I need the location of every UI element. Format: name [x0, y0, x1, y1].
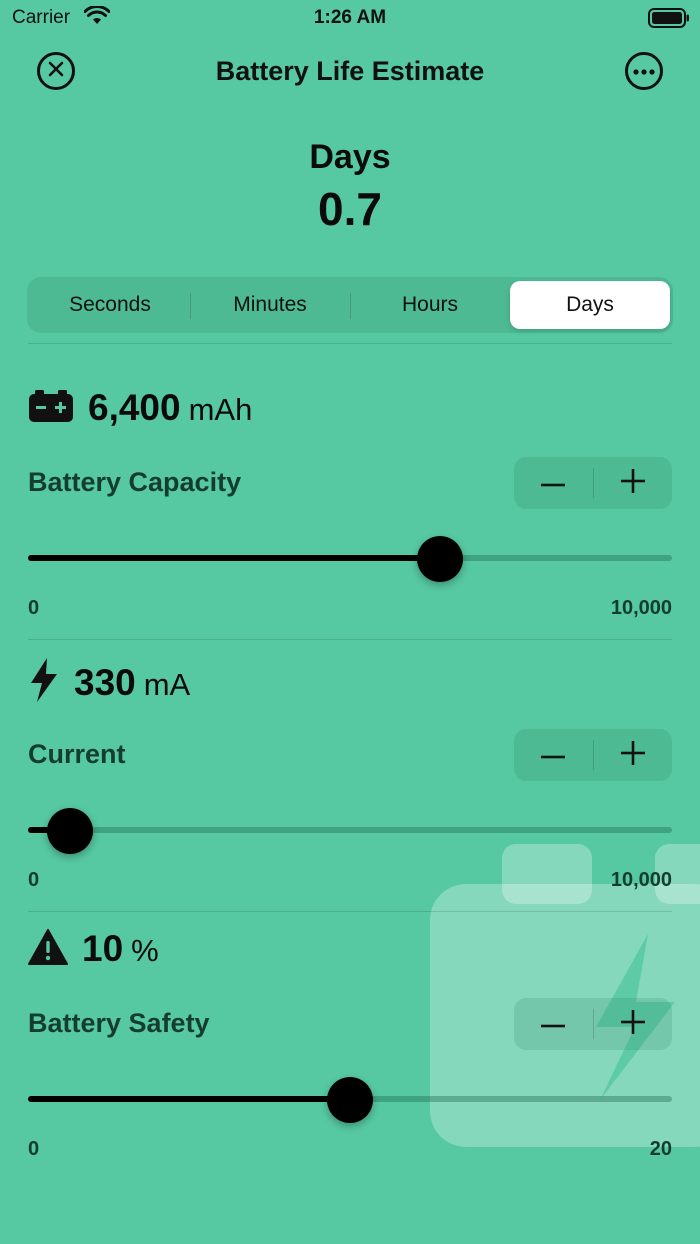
- bolt-icon: [28, 657, 60, 708]
- safety-label: Battery Safety: [28, 1008, 210, 1038]
- safety-value-row: 10%: [28, 928, 159, 970]
- slider-track: [28, 827, 672, 833]
- current-stepper: [514, 729, 672, 781]
- safety-unit: %: [131, 933, 159, 968]
- capacity-max-label: 10,000: [610, 597, 672, 619]
- divider: [28, 343, 672, 344]
- capacity-value-row: 6,400 mAh: [28, 387, 252, 429]
- divider: [28, 911, 672, 912]
- safety-stepper: [514, 998, 672, 1050]
- battery-status-icon: [648, 8, 690, 33]
- capacity-stepper: [514, 457, 672, 509]
- plus-icon: [620, 468, 645, 498]
- minus-icon: [541, 1015, 566, 1033]
- current-decrement-button[interactable]: [514, 729, 593, 781]
- segment-seconds[interactable]: Seconds: [30, 281, 190, 329]
- slider-thumb[interactable]: [417, 536, 464, 582]
- plus-icon: [620, 1009, 645, 1039]
- status-bar: Carrier 1:26 AM: [0, 0, 700, 36]
- time-unit-segmented-control: Seconds Minutes Hours Days: [27, 277, 673, 333]
- ellipsis-icon: [633, 62, 655, 80]
- result-value: 0.7: [318, 183, 382, 235]
- minus-icon: [541, 474, 566, 492]
- slider-thumb[interactable]: [327, 1077, 373, 1123]
- capacity-min-label: 0: [28, 597, 40, 619]
- current-value: 330: [74, 661, 136, 703]
- safety-max-label: 20: [649, 1138, 672, 1160]
- segment-days[interactable]: Days: [510, 281, 670, 329]
- current-unit: mA: [143, 666, 191, 702]
- segment-hours[interactable]: Hours: [350, 281, 510, 329]
- capacity-slider[interactable]: [28, 534, 672, 582]
- capacity-unit: mAh: [188, 392, 253, 427]
- segment-minutes[interactable]: Minutes: [190, 281, 350, 329]
- slider-thumb[interactable]: [47, 808, 93, 854]
- current-slider[interactable]: [28, 806, 672, 854]
- safety-slider[interactable]: [28, 1075, 672, 1123]
- safety-increment-button[interactable]: [594, 998, 673, 1050]
- status-time: 1:26 AM: [313, 7, 387, 28]
- capacity-label: Battery Capacity: [28, 467, 242, 497]
- capacity-decrement-button[interactable]: [514, 457, 593, 509]
- battery-icon: [28, 389, 74, 428]
- divider: [28, 639, 672, 640]
- plus-icon: [620, 740, 645, 770]
- current-min-label: 0: [28, 869, 40, 891]
- safety-decrement-button[interactable]: [514, 998, 593, 1050]
- capacity-increment-button[interactable]: [594, 457, 673, 509]
- safety-min-label: 0: [28, 1138, 40, 1160]
- current-max-label: 10,000: [610, 869, 672, 891]
- navigation-bar: Battery Life Estimate: [0, 44, 700, 100]
- slider-fill: [28, 1096, 350, 1102]
- current-value-row: 330 mA: [28, 657, 190, 708]
- safety-value: 10: [82, 928, 124, 969]
- result-unit-label: Days: [309, 138, 391, 176]
- more-button[interactable]: [625, 52, 663, 90]
- minus-icon: [541, 746, 566, 764]
- warning-icon: [28, 928, 68, 970]
- slider-fill: [28, 555, 441, 561]
- page-title: Battery Life Estimate: [215, 56, 485, 86]
- current-label: Current: [28, 739, 126, 769]
- capacity-value: 6,400: [88, 387, 181, 428]
- current-increment-button[interactable]: [594, 729, 673, 781]
